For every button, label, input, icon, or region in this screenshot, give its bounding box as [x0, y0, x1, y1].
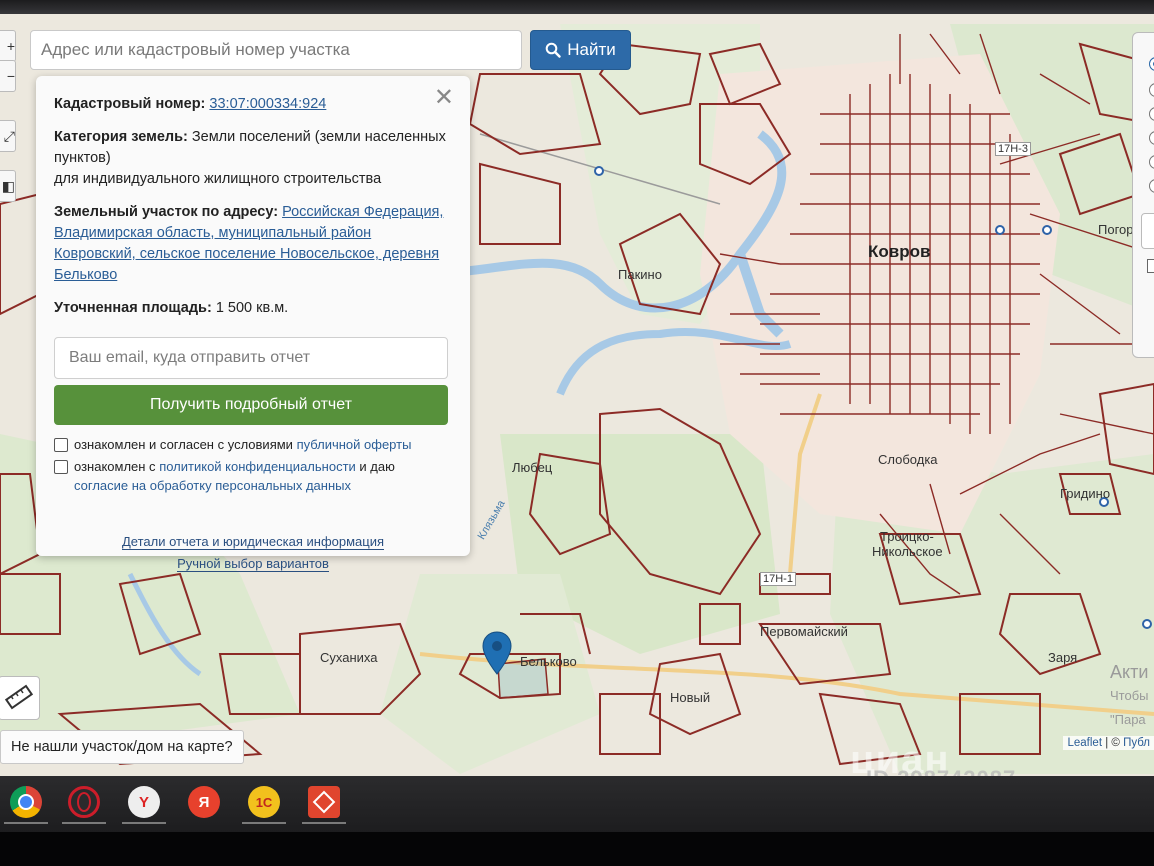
area-row: Уточненная площадь: 1 500 кв.м.: [54, 298, 452, 319]
search-input[interactable]: [30, 30, 522, 70]
monitor-bezel-bottom: [0, 832, 1154, 866]
map-label-place: Пакино: [618, 267, 662, 282]
layer-radio[interactable]: [1149, 179, 1154, 193]
layer-radio[interactable]: [1149, 57, 1154, 71]
address-label: Земельный участок по адресу:: [54, 204, 279, 220]
details-link[interactable]: Детали отчета и юридическая информация: [121, 534, 385, 550]
layer-radio[interactable]: [1149, 107, 1154, 121]
map-label-city: Ковров: [868, 242, 931, 261]
consent-privacy-mid: и даю: [359, 459, 395, 474]
yandex-icon[interactable]: Я: [188, 786, 220, 818]
manual-select-link[interactable]: Ручной выбор вариантов: [177, 556, 329, 572]
map-label-place: Слободка: [878, 452, 938, 467]
cadastral-number-link[interactable]: 33:07:000334:924: [209, 96, 326, 112]
activation-title: Акти: [1110, 662, 1149, 682]
cadastral-row: Кадастровый номер: 33:07:000334:924: [54, 94, 452, 115]
consent-privacy-text: ознакомлен с: [74, 459, 156, 474]
zoom-in-button[interactable]: +: [0, 30, 16, 62]
category-row: Категория земель: Земли поселений (земли…: [54, 127, 452, 190]
map-label-road: 17Н-1: [760, 572, 796, 586]
map-label-place: Новый: [670, 690, 711, 705]
area-value: 1 500 кв.м.: [215, 300, 289, 316]
yandex-browser-icon[interactable]: Y: [128, 786, 160, 818]
ruler-icon: [4, 684, 34, 710]
map-attribution: Leaflet | © Публ: [1063, 736, 1154, 750]
map-screen[interactable]: Ковров Пакино Любец Суханиха Бельково Но…: [0, 14, 1154, 776]
layer-checkbox[interactable]: [1147, 259, 1154, 273]
windows-activation-notice: Акти Чтобы "Пара: [1110, 660, 1149, 732]
map-label-place: Бельково: [520, 654, 577, 669]
layer-switcher-panel[interactable]: [1132, 32, 1154, 358]
usage-value: для индивидуального жилищного строительс…: [54, 171, 382, 187]
not-found-button[interactable]: Не нашли участок/дом на карте?: [0, 730, 244, 764]
map-label-place: Любец: [512, 460, 553, 475]
parcel-info-popup: ✕ Кадастровый номер: 33:07:000334:924 Ка…: [36, 76, 470, 572]
search-button[interactable]: Найти: [530, 30, 631, 70]
fullscreen-button[interactable]: ⤢: [0, 120, 16, 152]
map-label-place: Первомайский: [760, 624, 848, 639]
offer-checkbox[interactable]: [54, 438, 68, 452]
layer-radio[interactable]: [1149, 131, 1154, 145]
map-label-place: Заря: [1048, 650, 1078, 665]
map-label-road: 17Н-3: [995, 142, 1031, 156]
chrome-icon[interactable]: [10, 786, 42, 818]
cadastral-label: Кадастровый номер:: [54, 96, 206, 112]
map-label-place: Никольское: [872, 544, 943, 559]
activation-line: "Пара: [1110, 712, 1146, 727]
consent-offer-text: ознакомлен и согласен с условиями: [74, 437, 293, 452]
opera-icon[interactable]: [68, 786, 100, 818]
attribution-separator: | ©: [1102, 737, 1124, 749]
offer-link[interactable]: публичной оферты: [297, 437, 412, 452]
layer-radio[interactable]: [1149, 155, 1154, 169]
layer-radio[interactable]: [1149, 83, 1154, 97]
opera-indicator: [62, 822, 106, 824]
privacy-policy-link[interactable]: политикой конфиденциальности: [159, 459, 356, 474]
leaflet-link[interactable]: Leaflet: [1067, 737, 1102, 749]
ruler-button[interactable]: [0, 676, 40, 720]
email-field[interactable]: [54, 337, 448, 379]
1c-icon[interactable]: 1С: [248, 786, 280, 818]
location-marker-icon[interactable]: [482, 631, 512, 675]
activation-line: Чтобы: [1110, 688, 1149, 703]
taskbar: Y Я 1С: [0, 776, 1154, 832]
attribution-link[interactable]: Публ: [1123, 737, 1150, 749]
consent-privacy-row: ознакомлен с политикой конфиденциальност…: [54, 457, 452, 495]
map-label-place: Суханиха: [320, 650, 378, 665]
chrome-indicator: [4, 822, 48, 824]
get-report-button[interactable]: Получить подробный отчет: [54, 385, 448, 425]
map-label-place: Гридино: [1060, 486, 1111, 501]
close-icon[interactable]: ✕: [434, 86, 454, 110]
layers-tool-button[interactable]: ◧: [0, 170, 16, 202]
map-label-place: Троицко-: [880, 529, 934, 544]
category-label: Категория земель:: [54, 129, 188, 145]
address-row: Земельный участок по адресу: Российская …: [54, 202, 452, 286]
popup-footer-links: Детали отчета и юридическая информация Р…: [54, 531, 452, 575]
zoom-out-button[interactable]: −: [0, 60, 16, 92]
layer-select[interactable]: [1141, 213, 1154, 249]
area-label: Уточненная площадь:: [54, 300, 212, 316]
search-icon: [545, 42, 561, 58]
consent-offer-row: ознакомлен и согласен с условиями публич…: [54, 435, 452, 454]
yandex-browser-indicator: [122, 822, 166, 824]
privacy-checkbox[interactable]: [54, 460, 68, 474]
search-button-label: Найти: [567, 40, 616, 59]
anydesk-icon[interactable]: [308, 786, 340, 818]
1c-indicator: [242, 822, 286, 824]
personal-data-link[interactable]: согласие на обработку персональных данны…: [74, 478, 351, 493]
anydesk-indicator: [302, 822, 346, 824]
